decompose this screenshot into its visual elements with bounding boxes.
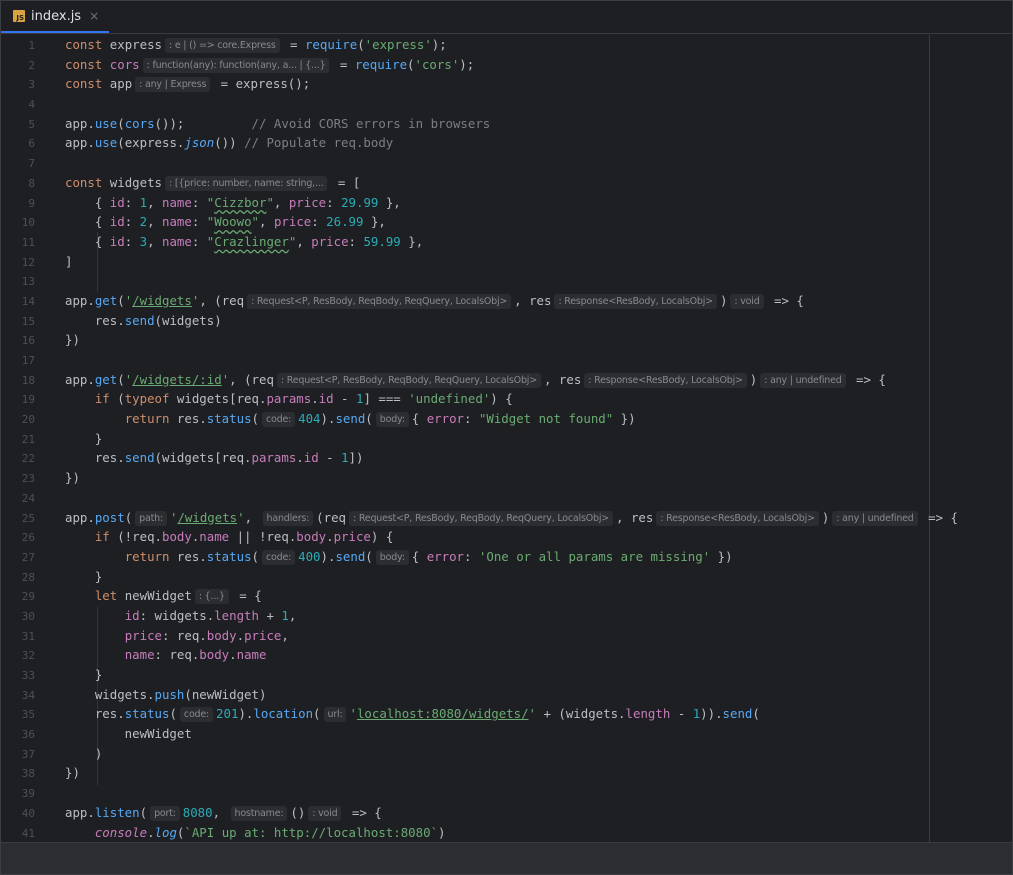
type-hint: : Request<P, ResBody, ReqBody, ReqQuery,… [349,510,614,526]
code-line-34[interactable]: 34 widgets.push(newWidget) [1,685,1012,705]
code-line-5[interactable]: 5 app.use(cors()); // Avoid CORS errors i… [1,114,1012,134]
param-hint: port: [150,805,180,821]
code-line-41[interactable]: 41 console.log(`API up at: http://localh… [1,823,1012,843]
code-line-17[interactable]: 17 [1,350,1012,370]
status-bar [1,842,1012,874]
code-line-2[interactable]: 2 const cors: function(any): function(any… [1,55,1012,75]
code-line-31[interactable]: 31 price: req.body.price, [1,626,1012,646]
param-hint: url: [323,707,347,723]
param-hint: code: [262,412,296,428]
code-line-25[interactable]: 25 app.post(path: '/widgets', handlers: (re… [1,508,1012,528]
code-line-4[interactable]: 4 [1,94,1012,114]
code-line-29[interactable]: 29 let newWidget: {...} = { [1,586,1012,606]
type-hint: : any | undefined [832,510,918,526]
type-hint: : void [730,293,764,309]
param-hint: body: [375,549,409,565]
tab-bar: JS index.js × [1,1,1012,34]
code-line-33[interactable]: 33 } [1,665,1012,685]
param-hint: hostname: [230,805,288,821]
code-line-3[interactable]: 3 const app: any | Express = express(); [1,74,1012,94]
param-hint: path: [135,510,167,526]
type-hint: : Response<ResBody, LocalsObj> [656,510,819,526]
code-line-36[interactable]: 36 newWidget [1,724,1012,744]
type-hint: : e | () => core.Express [165,38,280,53]
tab-filename: index.js [31,8,82,24]
code-line-19[interactable]: 19 if (typeof widgets[req.params.id - 1]… [1,389,1012,409]
code-line-21[interactable]: 21 } [1,429,1012,449]
code-line-8[interactable]: 8 const widgets: [{price: number, name: s… [1,173,1012,193]
code-line-39[interactable]: 39 [1,783,1012,803]
param-hint: body: [375,412,409,428]
code-line-32[interactable]: 32 name: req.body.name [1,645,1012,665]
param-hint: code: [262,549,296,565]
type-hint: : function(any): function(any, a... | {.… [142,57,330,73]
code-line-7[interactable]: 7 [1,153,1012,173]
type-hint: : any | undefined [760,372,846,388]
code-editor[interactable]: 1 const express: e | () => core.Express =… [1,35,1012,845]
close-icon[interactable]: × [89,9,99,23]
code-line-6[interactable]: 6 app.use(express.json()) // Populate req… [1,133,1012,153]
code-line-26[interactable]: 26 if (!req.body.name || !req.body.price… [1,527,1012,547]
code-line-1[interactable]: 1 const express: e | () => core.Express =… [1,35,1012,55]
code-line-14[interactable]: 14 app.get('/widgets', (req: Request<P, R… [1,291,1012,311]
type-hint: : Response<ResBody, LocalsObj> [584,372,747,388]
param-hint: handlers: [262,510,314,526]
code-line-10[interactable]: 10 { id: 2, name: "Woowo", price: 26.99 … [1,212,1012,232]
code-line-24[interactable]: 24 [1,488,1012,508]
type-hint: : [{price: number, name: string,... [165,175,328,191]
code-line-35[interactable]: 35 res.status(code: 201).location(url:'lo… [1,704,1012,724]
type-hint: : {...} [194,589,229,605]
type-hint: : Request<P, ResBody, ReqBody, ReqQuery,… [276,372,541,388]
code-line-37[interactable]: 37 ) [1,744,1012,764]
code-line-20[interactable]: 20 return res.status(code: 404).send(body… [1,409,1012,429]
javascript-file-icon: JS [13,10,25,22]
code-line-30[interactable]: 30 id: widgets.length + 1, [1,606,1012,626]
type-hint: : Response<ResBody, LocalsObj> [554,293,717,309]
type-hint: : any | Express [135,77,211,93]
type-hint: : void [308,805,342,821]
code-line-15[interactable]: 15 res.send(widgets) [1,311,1012,331]
code-line-27[interactable]: 27 return res.status(code: 400).send(body… [1,547,1012,567]
code-line-13[interactable]: 13 [1,271,1012,291]
ide-window: JS index.js × 1 const express: e | () => … [0,0,1013,875]
code-line-11[interactable]: 11 { id: 3, name: "Crazlinger", price: 5… [1,232,1012,252]
code-line-40[interactable]: 40 app.listen(port: 8080, hostname:(): voi… [1,803,1012,823]
tab-index-js[interactable]: JS index.js × [1,1,110,33]
code-line-38[interactable]: 38}) [1,763,1012,783]
type-hint: : Request<P, ResBody, ReqBody, ReqQuery,… [247,293,512,309]
code-line-18[interactable]: 18 app.get('/widgets/:id', (req: Request<… [1,370,1012,390]
code-line-28[interactable]: 28 } [1,567,1012,587]
code-line-22[interactable]: 22 res.send(widgets[req.params.id - 1]) [1,448,1012,468]
code-line-9[interactable]: 9 { id: 1, name: "Cizzbor", price: 29.99… [1,193,1012,213]
code-line-12[interactable]: 12] [1,252,1012,272]
code-line-23[interactable]: 23}) [1,468,1012,488]
code-line-16[interactable]: 16}) [1,330,1012,350]
param-hint: code: [179,707,214,723]
